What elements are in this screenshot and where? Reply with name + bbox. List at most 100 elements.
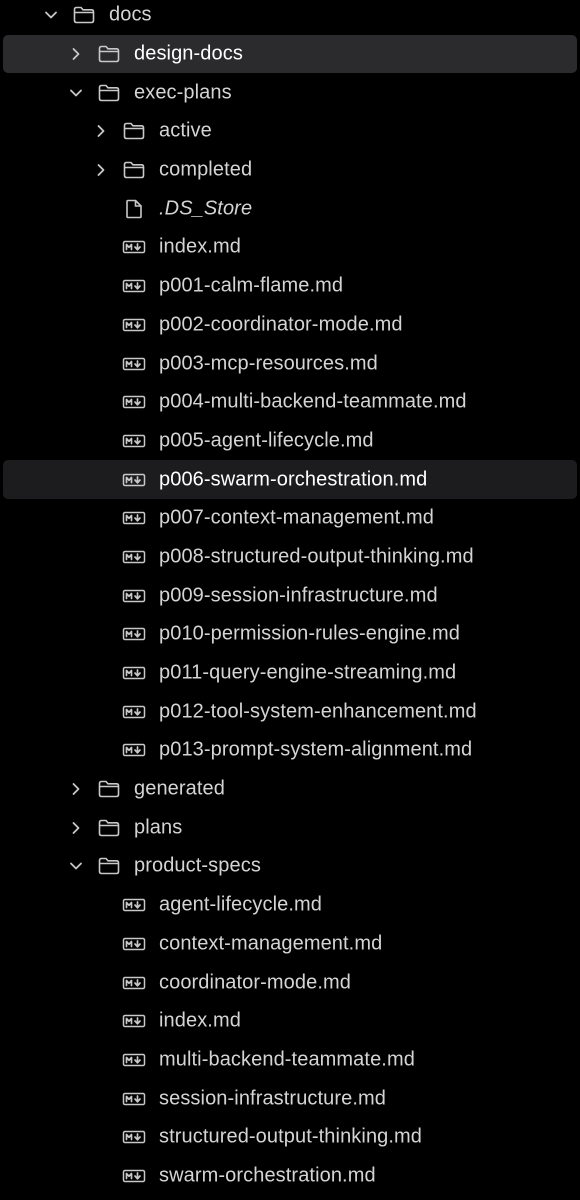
chevron-down-icon[interactable]	[69, 859, 83, 873]
folder-row-plans[interactable]: plans	[0, 808, 580, 847]
file-row-p011-query-engine-streaming-md[interactable]: p011-query-engine-streaming.md	[0, 654, 580, 693]
file-row-p003-mcp-resources-md[interactable]: p003-mcp-resources.md	[0, 344, 580, 383]
folder-row-docs[interactable]: docs	[0, 0, 580, 35]
file-row-context-management-md[interactable]: context-management.md	[0, 925, 580, 964]
folder-icon	[97, 81, 121, 105]
file-row-agent-lifecycle-md[interactable]: agent-lifecycle.md	[0, 886, 580, 925]
file-icon	[122, 197, 146, 221]
item-label: p008-structured-output-thinking.md	[159, 545, 474, 568]
folder-row-generated[interactable]: generated	[0, 770, 580, 809]
item-label: p001-calm-flame.md	[159, 274, 344, 297]
item-label: generated	[134, 777, 225, 800]
item-label: p004-multi-backend-teammate.md	[159, 390, 467, 413]
chevron-right-icon[interactable]	[69, 47, 83, 61]
file-row-index-md[interactable]: index.md	[0, 1002, 580, 1041]
item-label: .DS_Store	[159, 197, 253, 220]
item-label: design-docs	[134, 42, 243, 65]
file-row-index-md[interactable]: index.md	[0, 228, 580, 267]
file-row-multi-backend-teammate-md[interactable]: multi-backend-teammate.md	[0, 1041, 580, 1080]
markdown-icon	[122, 932, 146, 956]
markdown-icon	[122, 622, 146, 646]
file-row-p001-calm-flame-md[interactable]: p001-calm-flame.md	[0, 267, 580, 306]
item-label: session-infrastructure.md	[159, 1087, 387, 1110]
item-label: p007-context-management.md	[159, 506, 434, 529]
chevron-down-icon[interactable]	[69, 86, 83, 100]
item-label: coordinator-mode.md	[159, 971, 351, 994]
folder-row-completed[interactable]: completed	[0, 151, 580, 190]
item-label: multi-backend-teammate.md	[159, 1048, 415, 1071]
item-label: p011-query-engine-streaming.md	[159, 661, 457, 684]
markdown-icon	[122, 1048, 146, 1072]
file-row-p012-tool-system-enhancement-md[interactable]: p012-tool-system-enhancement.md	[0, 692, 580, 731]
item-label: p005-agent-lifecycle.md	[159, 429, 374, 452]
file-row-p004-multi-backend-teammate-md[interactable]: p004-multi-backend-teammate.md	[0, 383, 580, 422]
folder-row-product-specs[interactable]: product-specs	[0, 847, 580, 886]
item-label: p010-permission-rules-engine.md	[159, 622, 461, 645]
folder-row-design-docs[interactable]: design-docs	[3, 34, 577, 74]
markdown-icon	[122, 506, 146, 530]
chevron-right-icon[interactable]	[94, 163, 108, 177]
item-label: agent-lifecycle.md	[159, 893, 322, 916]
file-explorer-tree: docs design-docs exec-plans active completed…	[0, 0, 580, 1195]
folder-row-active[interactable]: active	[0, 112, 580, 151]
chevron-right-icon[interactable]	[69, 821, 83, 835]
markdown-icon	[122, 274, 146, 298]
folder-icon	[97, 854, 121, 878]
markdown-icon	[122, 971, 146, 995]
file-row-p013-prompt-system-alignment-md[interactable]: p013-prompt-system-alignment.md	[0, 731, 580, 770]
markdown-icon	[122, 738, 146, 762]
item-label: swarm-orchestration.md	[159, 1164, 376, 1187]
chevron-down-icon[interactable]	[44, 8, 58, 22]
markdown-icon	[122, 584, 146, 608]
file-row-structured-output-thinking-md[interactable]: structured-output-thinking.md	[0, 1118, 580, 1157]
folder-icon	[97, 816, 121, 840]
file-row-p002-coordinator-mode-md[interactable]: p002-coordinator-mode.md	[0, 306, 580, 345]
markdown-icon	[122, 313, 146, 337]
item-label: p006-swarm-orchestration.md	[159, 468, 428, 491]
item-label: product-specs	[134, 854, 261, 877]
item-label: p002-coordinator-mode.md	[159, 313, 403, 336]
markdown-icon	[122, 235, 146, 259]
folder-icon	[122, 119, 146, 143]
item-label: completed	[159, 158, 253, 181]
file-row-dot-ds-store[interactable]: .DS_Store	[0, 189, 580, 228]
markdown-icon	[122, 1125, 146, 1149]
item-label: docs	[109, 3, 152, 26]
markdown-icon	[122, 700, 146, 724]
file-row-p006-swarm-orchestration-md[interactable]: p006-swarm-orchestration.md	[3, 460, 577, 499]
chevron-right-icon[interactable]	[94, 124, 108, 138]
item-label: context-management.md	[159, 932, 383, 955]
markdown-icon	[122, 1087, 146, 1111]
file-row-p005-agent-lifecycle-md[interactable]: p005-agent-lifecycle.md	[0, 422, 580, 461]
markdown-icon	[122, 1009, 146, 1033]
file-row-swarm-orchestration-md[interactable]: swarm-orchestration.md	[0, 1157, 580, 1196]
markdown-icon	[122, 468, 146, 492]
folder-icon	[97, 42, 121, 66]
chevron-right-icon[interactable]	[69, 782, 83, 796]
item-label: plans	[134, 816, 183, 839]
markdown-icon	[122, 390, 146, 414]
item-label: p013-prompt-system-alignment.md	[159, 738, 473, 761]
markdown-icon	[122, 429, 146, 453]
markdown-icon	[122, 1164, 146, 1188]
markdown-icon	[122, 352, 146, 376]
item-label: index.md	[159, 1009, 241, 1032]
file-row-session-infrastructure-md[interactable]: session-infrastructure.md	[0, 1079, 580, 1118]
item-label: p003-mcp-resources.md	[159, 352, 378, 375]
item-label: p012-tool-system-enhancement.md	[159, 700, 477, 723]
item-label: structured-output-thinking.md	[159, 1125, 423, 1148]
folder-icon	[122, 158, 146, 182]
folder-icon	[97, 777, 121, 801]
item-label: p009-session-infrastructure.md	[159, 584, 438, 607]
file-row-p010-permission-rules-engine-md[interactable]: p010-permission-rules-engine.md	[0, 615, 580, 654]
file-row-coordinator-mode-md[interactable]: coordinator-mode.md	[0, 963, 580, 1002]
folder-row-exec-plans[interactable]: exec-plans	[0, 73, 580, 112]
markdown-icon	[122, 893, 146, 917]
markdown-icon	[122, 661, 146, 685]
file-row-p007-context-management-md[interactable]: p007-context-management.md	[0, 499, 580, 538]
item-label: active	[159, 119, 212, 142]
file-row-p008-structured-output-thinking-md[interactable]: p008-structured-output-thinking.md	[0, 538, 580, 577]
item-label: exec-plans	[134, 81, 232, 104]
folder-icon	[72, 3, 96, 27]
file-row-p009-session-infrastructure-md[interactable]: p009-session-infrastructure.md	[0, 576, 580, 615]
